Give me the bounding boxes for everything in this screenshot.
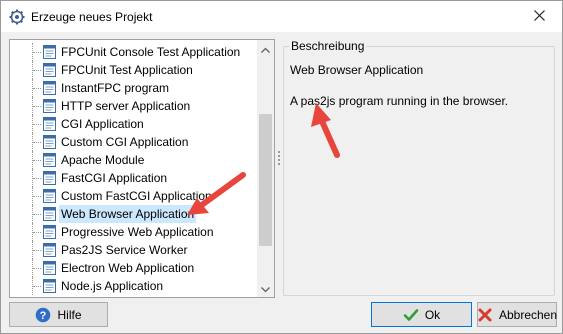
- gear-icon: [9, 9, 25, 25]
- help-button[interactable]: ? Hilfe: [9, 302, 108, 327]
- description-frame: [283, 46, 555, 296]
- tree-connector: [33, 250, 41, 252]
- list-item[interactable]: Apache Module: [10, 151, 257, 169]
- tree-connector: [33, 268, 41, 270]
- list-item-label: FPCUnit Test Application: [61, 63, 193, 77]
- list-item-label: InstantFPC program: [61, 81, 170, 95]
- document-icon: [43, 207, 56, 221]
- tree-connector: [33, 106, 41, 108]
- title-bar[interactable]: Erzeuge neues Projekt: [1, 1, 562, 32]
- svg-text:?: ?: [40, 310, 47, 322]
- tree-connector: [33, 178, 41, 180]
- tree-connector: [33, 70, 41, 72]
- list-item[interactable]: HTTP server Application: [10, 97, 257, 115]
- close-icon: [533, 9, 545, 24]
- document-icon: [43, 81, 56, 95]
- list-item-label: Electron Web Application: [61, 261, 195, 275]
- project-type-list[interactable]: FPCUnit Console Test Application FPCUnit …: [9, 39, 275, 298]
- chevron-down-icon: [261, 282, 270, 296]
- document-icon: [43, 225, 56, 239]
- scrollbar-thumb[interactable]: [259, 114, 272, 246]
- scroll-up-button[interactable]: [257, 40, 274, 57]
- document-icon: [43, 135, 56, 149]
- checkmark-icon: [403, 307, 419, 323]
- window-title: Erzeuge neues Projekt: [31, 10, 153, 24]
- list-item[interactable]: Custom CGI Application: [10, 133, 257, 151]
- help-button-label: Hilfe: [57, 307, 82, 322]
- splitter-grip: [278, 151, 282, 165]
- list-item[interactable]: Pas2JS Service Worker: [10, 241, 257, 259]
- list-item[interactable]: Custom FastCGI Application: [10, 187, 257, 205]
- chevron-up-icon: [261, 42, 270, 56]
- list-item[interactable]: InstantFPC program: [10, 79, 257, 97]
- description-title: Web Browser Application: [290, 63, 424, 77]
- tree-connector: [33, 160, 41, 162]
- list-item-label: Custom CGI Application: [61, 135, 189, 149]
- ok-button-label: Ok: [424, 307, 441, 322]
- description-text: A pas2js program running in the browser.: [290, 94, 509, 108]
- list-item-label: Custom FastCGI Application: [61, 189, 212, 203]
- panel-splitter[interactable]: [276, 39, 282, 296]
- tree-connector: [33, 232, 41, 234]
- ok-button[interactable]: Ok: [371, 302, 472, 327]
- cancel-button[interactable]: Abbrechen: [477, 302, 557, 327]
- document-icon: [43, 171, 56, 185]
- tree-connector: [33, 286, 41, 288]
- vertical-scrollbar[interactable]: [257, 40, 274, 297]
- list-item[interactable]: Web Browser Application: [10, 205, 257, 223]
- document-icon: [43, 99, 56, 113]
- list-item[interactable]: FPCUnit Test Application: [10, 61, 257, 79]
- document-icon: [43, 153, 56, 167]
- list-item-label: FastCGI Application: [61, 171, 168, 185]
- scroll-down-button[interactable]: [257, 280, 274, 297]
- list-item[interactable]: FastCGI Application: [10, 169, 257, 187]
- tree-connector: [33, 214, 41, 216]
- list-item[interactable]: CGI Application: [10, 115, 257, 133]
- tree-connector: [33, 124, 41, 126]
- list-item-label: Node.js Application: [61, 279, 164, 293]
- list-item[interactable]: Node.js Application: [10, 277, 257, 295]
- list-item-label: Apache Module: [61, 153, 145, 167]
- document-icon: [43, 117, 56, 131]
- tree-connector: [33, 142, 41, 144]
- description-legend: Beschreibung: [289, 39, 367, 53]
- cancel-x-icon: [477, 307, 493, 323]
- list-item-label: FPCUnit Console Test Application: [61, 45, 241, 59]
- document-icon: [43, 63, 56, 77]
- list-item[interactable]: Electron Web Application: [10, 259, 257, 277]
- description-group: Beschreibung Web Browser Application A p…: [283, 39, 555, 296]
- cancel-button-label: Abbrechen: [498, 307, 558, 322]
- document-icon: [43, 189, 56, 203]
- project-list: FPCUnit Console Test Application FPCUnit …: [10, 43, 257, 295]
- tree-connector: [33, 52, 41, 54]
- document-icon: [43, 261, 56, 275]
- list-item[interactable]: Progressive Web Application: [10, 223, 257, 241]
- list-item-label: HTTP server Application: [61, 99, 191, 113]
- document-icon: [43, 243, 56, 257]
- list-item-label: Progressive Web Application: [61, 225, 214, 239]
- tree-connector: [33, 196, 41, 198]
- document-icon: [43, 45, 56, 59]
- list-item-label: Pas2JS Service Worker: [61, 243, 188, 257]
- close-button[interactable]: [516, 1, 562, 32]
- document-icon: [43, 279, 56, 293]
- dialog-window: Erzeuge neues Projekt FPCUnit Console Te…: [0, 0, 563, 334]
- help-icon: ?: [35, 307, 51, 323]
- list-item-label: CGI Application: [61, 117, 144, 131]
- list-item-label: Web Browser Application: [59, 205, 197, 223]
- list-item[interactable]: FPCUnit Console Test Application: [10, 43, 257, 61]
- tree-connector: [33, 88, 41, 90]
